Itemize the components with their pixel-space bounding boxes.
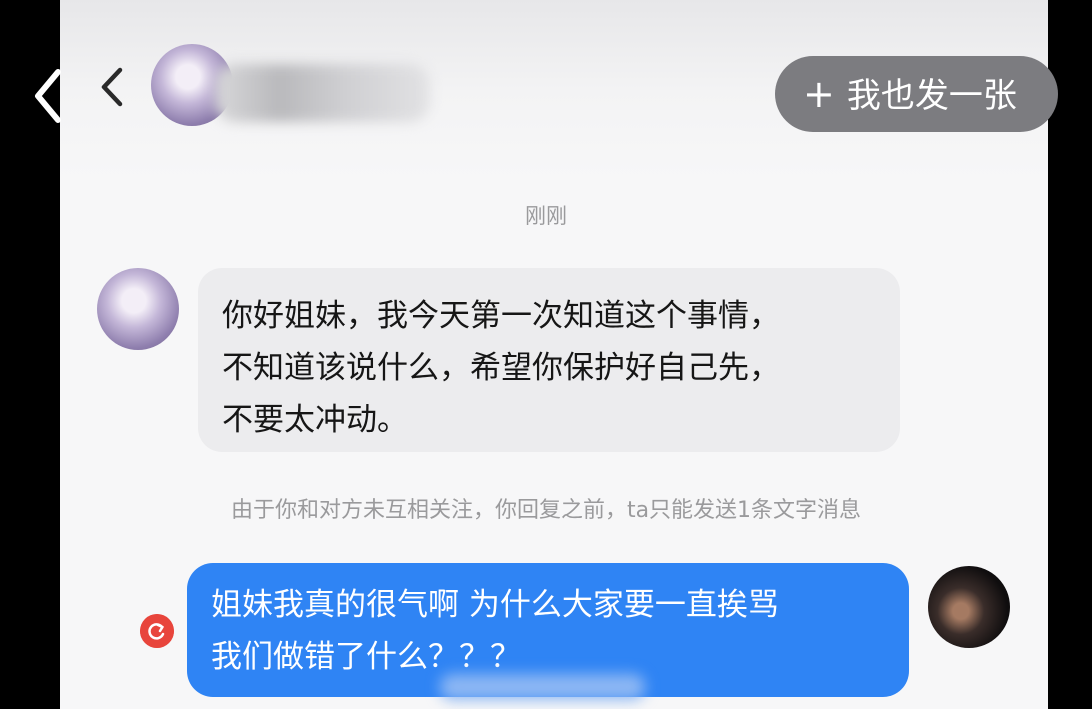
system-back-icon[interactable]: [30, 66, 70, 126]
peer-message-bubble[interactable]: 你好姐妹，我今天第一次知道这个事情， 不知道该说什么，希望你保护好自己先， 不要…: [198, 268, 900, 452]
share-button-label: 我也发一张: [846, 76, 1017, 116]
watermark-blur: [440, 674, 645, 700]
follow-notice: 由于你和对方未互相关注，你回复之前，ta只能发送1条文字消息: [230, 498, 862, 523]
resend-icon[interactable]: [140, 614, 174, 648]
peer-avatar[interactable]: [97, 268, 179, 350]
contact-name-blurred: [215, 64, 430, 122]
peer-message-line: 不要太冲动。: [222, 402, 408, 438]
my-avatar[interactable]: [928, 566, 1010, 648]
peer-message-line: 你好姐妹，我今天第一次知道这个事情，: [222, 298, 780, 334]
peer-message-line: 不知道该说什么，希望你保护好自己先，: [222, 350, 780, 386]
chevron-left-icon[interactable]: [96, 64, 130, 110]
plus-icon: +: [803, 72, 835, 116]
my-message-line: 姐妹我真的很气啊 为什么大家要一直挨骂: [211, 587, 779, 623]
message-timestamp: 刚刚: [525, 204, 567, 228]
share-also-button[interactable]: + 我也发一张: [775, 56, 1058, 132]
